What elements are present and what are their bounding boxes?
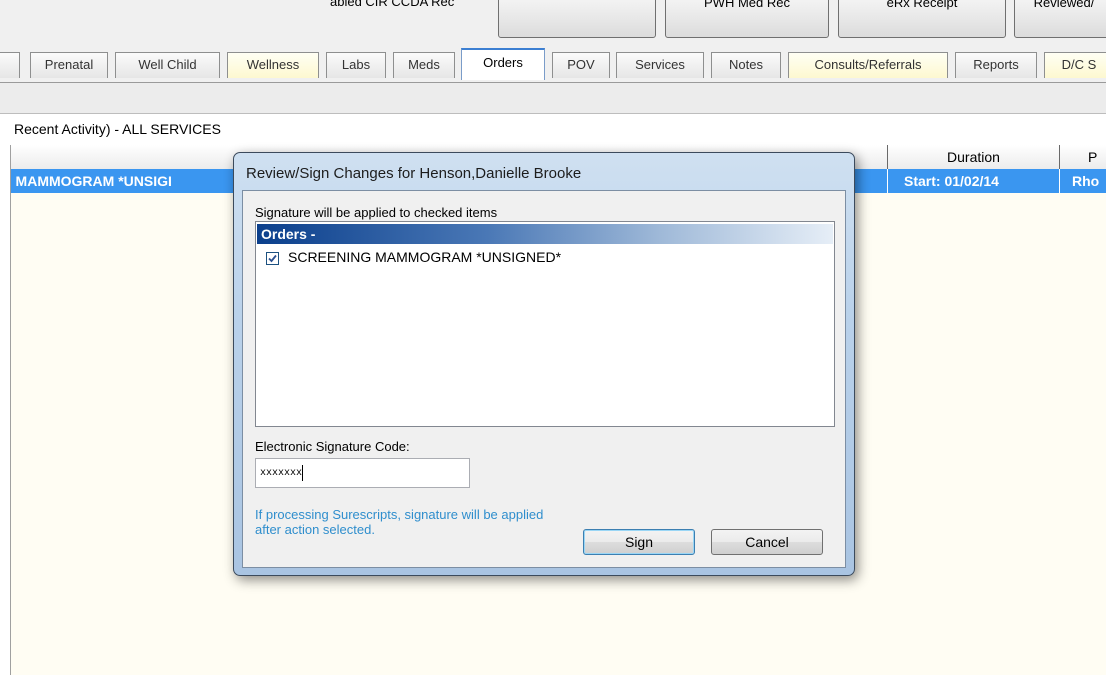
tab-prenatal[interactable]: Prenatal [30, 52, 108, 78]
tab-labs[interactable]: Labs [326, 52, 386, 78]
toolbar-button-blank[interactable] [498, 0, 656, 38]
tab-notes[interactable]: Notes [711, 52, 781, 78]
tab-well-child[interactable]: Well Child [115, 52, 220, 78]
tab-dc-summary[interactable]: D/C S [1044, 52, 1106, 78]
tab-pov[interactable]: POV [552, 52, 610, 78]
cancel-button[interactable]: Cancel [711, 529, 823, 555]
esig-code-input[interactable] [255, 458, 470, 488]
text-caret [302, 465, 303, 481]
sign-button[interactable]: Sign [583, 529, 695, 555]
toolbar-button-pwh-med-rec[interactable]: PWH Med Rec [665, 0, 829, 38]
tab-partial-left[interactable] [0, 52, 20, 78]
row-duration-cell: Start: 01/02/14 [887, 169, 1059, 193]
order-checklist-item[interactable]: SCREENING MAMMOGRAM *UNSIGNED* [266, 247, 561, 267]
dialog-body: Signature will be applied to checked ite… [242, 190, 846, 568]
esig-label: Electronic Signature Code: [255, 439, 410, 454]
review-sign-dialog: Review/Sign Changes for Henson,Danielle … [233, 152, 855, 576]
toolbar-button-reviewed[interactable]: Reviewed/ [1014, 0, 1106, 38]
order-checkbox[interactable] [266, 251, 279, 265]
order-item-label: SCREENING MAMMOGRAM *UNSIGNED* [288, 249, 562, 265]
tab-wellness[interactable]: Wellness [227, 52, 319, 78]
row-provider-cell: Rho [1059, 169, 1106, 193]
tab-consults-referrals[interactable]: Consults/Referrals [788, 52, 948, 78]
tab-reports[interactable]: Reports [955, 52, 1037, 78]
column-header-provider[interactable]: P [1059, 145, 1106, 169]
tab-orders[interactable]: Orders [461, 48, 545, 80]
dialog-title: Review/Sign Changes for Henson,Danielle … [246, 165, 582, 182]
sub-toolbar-strip [0, 83, 1106, 114]
top-toolbar: abled CIR CCDA Rec PWH Med Rec eRx Recei… [0, 0, 1106, 41]
orders-checklist[interactable]: Orders - SCREENING MAMMOGRAM *UNSIGNED* [255, 221, 835, 427]
signature-message: Signature will be applied to checked ite… [255, 205, 498, 220]
list-title: Recent Activity) - ALL SERVICES [14, 121, 221, 137]
surescripts-note: If processing Surescripts, signature wil… [255, 507, 544, 537]
tab-services[interactable]: Services [616, 52, 704, 78]
toolbar-partial-label: abled CIR CCDA Rec [330, 0, 455, 9]
toolbar-button-erx-receipt[interactable]: eRx Receipt [838, 0, 1006, 38]
column-header-duration[interactable]: Duration [887, 145, 1059, 169]
tab-meds[interactable]: Meds [393, 52, 455, 78]
chart-tab-strip: Prenatal Well Child Wellness Labs Meds O… [0, 40, 1106, 83]
checkmark-icon [268, 254, 277, 263]
orders-group-header: Orders - [257, 224, 833, 244]
